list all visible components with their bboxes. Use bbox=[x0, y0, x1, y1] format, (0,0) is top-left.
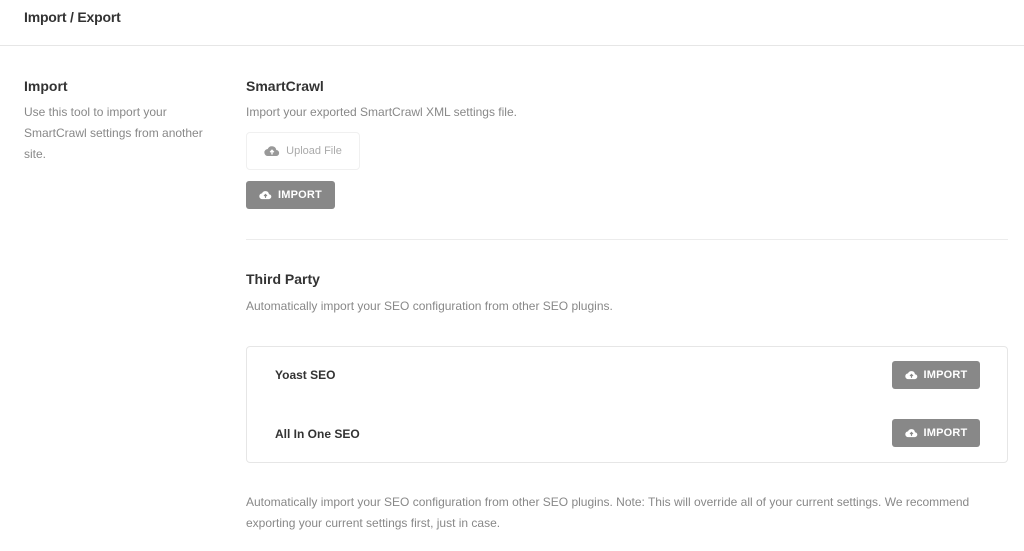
smartcrawl-title: SmartCrawl bbox=[246, 78, 324, 94]
third-party-title: Third Party bbox=[246, 271, 320, 287]
cloud-upload-icon bbox=[264, 145, 280, 157]
third-party-description: Automatically import your SEO configurat… bbox=[246, 299, 613, 313]
smartcrawl-import-button[interactable]: IMPORT bbox=[246, 181, 335, 209]
import-label: IMPORT bbox=[278, 189, 322, 201]
page-title: Import / Export bbox=[24, 9, 121, 25]
upload-file-label: Upload File bbox=[286, 145, 342, 157]
cloud-upload-icon bbox=[259, 190, 272, 200]
cloud-upload-icon bbox=[904, 428, 918, 438]
smartcrawl-description: Import your exported SmartCrawl XML sett… bbox=[246, 105, 517, 119]
cloud-upload-icon bbox=[904, 370, 918, 380]
yoast-import-button[interactable]: IMPORT bbox=[892, 361, 980, 389]
import-label: IMPORT bbox=[923, 369, 968, 381]
plugin-name-aioseo: All In One SEO bbox=[275, 427, 360, 441]
page-header: Import / Export bbox=[0, 0, 1024, 46]
override-warning-note: Automatically import your SEO configurat… bbox=[246, 495, 970, 530]
aioseo-import-button[interactable]: IMPORT bbox=[892, 419, 980, 447]
plugin-name-yoast: Yoast SEO bbox=[275, 368, 336, 382]
import-section-title: Import bbox=[24, 78, 68, 94]
import-label: IMPORT bbox=[923, 427, 968, 439]
upload-file-button[interactable]: Upload File bbox=[246, 132, 360, 170]
import-section-description: Use this tool to import your SmartCrawl … bbox=[24, 105, 203, 161]
section-divider bbox=[246, 239, 1008, 240]
third-party-plugins-list: Yoast SEO IMPORT All In One SEO IMPORT bbox=[246, 346, 1008, 463]
